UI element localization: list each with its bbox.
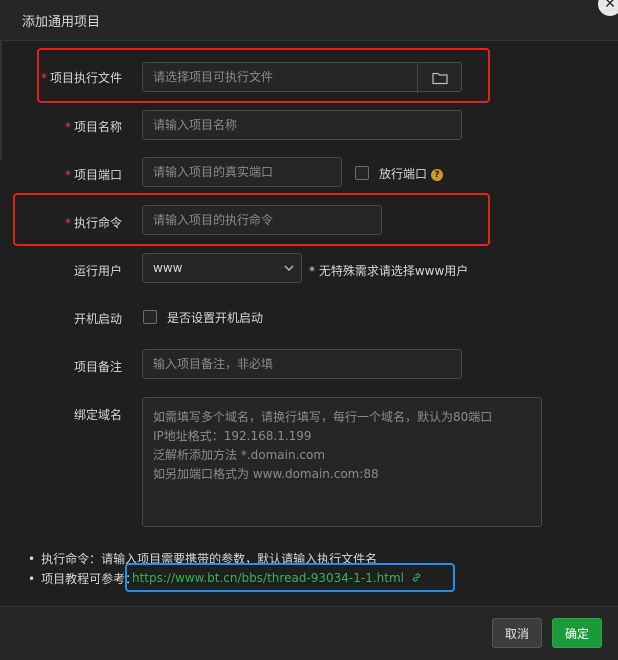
tutorial-note: • 项目教程可参考： [28, 572, 138, 586]
release-port-label: 放行端口? [379, 165, 444, 182]
domain-placeholder-line: 如需填写多个域名，请换行填写，每行一个域名，默认为80端口 [153, 410, 493, 424]
dialog-titlebar: 添加通用项目 [0, 0, 618, 41]
autostart-checkbox[interactable] [143, 310, 157, 324]
port-input[interactable]: 请输入项目的真实端口 [142, 157, 342, 187]
domain-placeholder-line: IP地址格式：192.168.1.199 [153, 429, 312, 443]
divider [0, 40, 2, 160]
ok-button[interactable]: 确定 [552, 618, 602, 648]
chevron-down-icon [284, 265, 294, 271]
autostart-checkbox-label: 是否设置开机启动 [167, 311, 264, 325]
autostart-label: 开机启动 [73, 312, 122, 326]
domain-label: 绑定域名 [73, 408, 122, 422]
port-label: * 项目端口 [64, 168, 122, 182]
run-user-label: 运行用户 [73, 264, 122, 278]
release-port-checkbox[interactable] [355, 166, 369, 180]
annotation-blue-box-link [125, 563, 455, 592]
name-label: * 项目名称 [64, 120, 122, 134]
help-icon[interactable]: ? [431, 168, 444, 181]
domain-placeholder-line: 泛解析添加方法 *.domain.com [153, 448, 326, 462]
name-input[interactable]: 请输入项目名称 [142, 110, 462, 140]
remark-input[interactable]: 输入项目备注，非必填 [142, 349, 462, 379]
run-user-select[interactable]: www [142, 253, 302, 283]
domain-textarea[interactable]: 如需填写多个域名，请换行填写，每行一个域名，默认为80端口 IP地址格式：192… [142, 397, 542, 527]
annotation-red-box-command [13, 193, 490, 246]
annotation-red-box-exec [37, 48, 490, 103]
run-user-hint: * 无特殊需求请选择www用户 [309, 264, 469, 278]
cancel-button[interactable]: 取消 [492, 618, 542, 648]
domain-placeholder-line: 如另加端口格式为 www.domain.com:88 [153, 467, 379, 481]
remark-label: 项目备注 [73, 360, 122, 374]
dialog-title: 添加通用项目 [22, 15, 101, 30]
